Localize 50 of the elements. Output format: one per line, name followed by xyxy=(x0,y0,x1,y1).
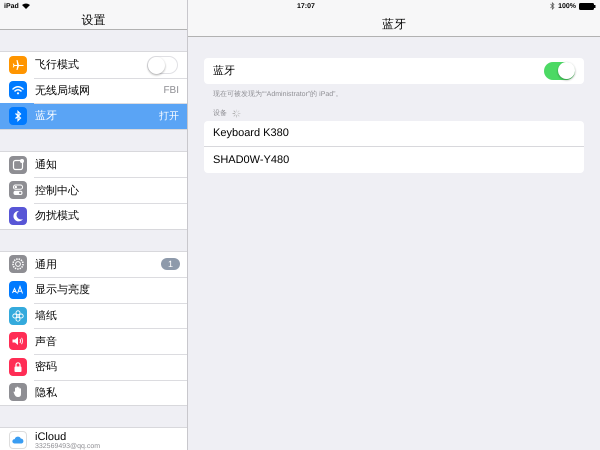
moon-icon xyxy=(9,206,27,225)
nav-title: 设置 xyxy=(82,12,106,29)
settings-item[interactable]: 声音 xyxy=(0,328,187,354)
settings-item[interactable]: 通知 xyxy=(0,152,187,178)
item-label: 勿扰模式 xyxy=(35,209,80,224)
item-label: 密码 xyxy=(35,360,58,374)
device-item[interactable]: SHAD0W-Y480 xyxy=(204,146,584,172)
padlock-icon xyxy=(9,358,27,376)
item-label: 控制中心 xyxy=(35,184,80,198)
device-item[interactable]: Keyboard K380 xyxy=(204,120,584,146)
settings-item[interactable]: 墙纸 xyxy=(0,302,187,328)
spinner-icon xyxy=(232,108,241,118)
item-label: 飞行模式 xyxy=(35,58,80,72)
battery-icon xyxy=(579,2,596,10)
notification-icon xyxy=(9,156,27,174)
wifi-icon xyxy=(9,81,27,100)
toggle-switch[interactable] xyxy=(147,56,178,74)
count-badge: 1 xyxy=(160,258,180,270)
text-size-icon xyxy=(9,280,27,299)
switches-icon xyxy=(9,181,27,200)
settings-item[interactable]: 通用 1 xyxy=(0,252,187,278)
item-label: 蓝牙 xyxy=(35,109,58,124)
speaker-icon xyxy=(9,332,27,350)
item-label: 隐私 xyxy=(35,386,58,400)
hand-icon xyxy=(9,383,27,402)
item-label: 墙纸 xyxy=(35,309,58,324)
flower-icon xyxy=(9,306,27,325)
settings-item[interactable]: 无线局域网 FBI xyxy=(0,78,187,104)
airplane-icon xyxy=(9,56,27,74)
setting-value: 打开 xyxy=(159,110,179,123)
settings-item[interactable]: 显示与亮度 xyxy=(0,277,187,303)
nav-title: 蓝牙 xyxy=(382,16,406,32)
settings-item[interactable]: 控制中心 xyxy=(0,177,187,203)
setting-value: FBI xyxy=(163,84,179,96)
item-label: 显示与亮度 xyxy=(35,282,91,298)
settings-item[interactable]: 飞行模式 xyxy=(0,52,187,78)
bluetooth-icon xyxy=(9,106,27,125)
wifi-signal-icon xyxy=(22,3,30,9)
item-label: 通用 xyxy=(35,258,58,272)
gear-icon xyxy=(9,255,27,274)
settings-item[interactable]: 密码 xyxy=(0,354,187,380)
item-label: 无线局域网 xyxy=(35,84,91,98)
account-name: iCloud xyxy=(35,431,66,444)
item-label: 通知 xyxy=(35,158,58,172)
settings-item[interactable]: 勿扰模式 xyxy=(0,202,187,229)
bluetooth-status-icon xyxy=(550,2,556,10)
toggle-label: 蓝牙 xyxy=(213,64,236,78)
settings-item[interactable]: 隐私 xyxy=(0,380,187,406)
item-label: 声音 xyxy=(35,334,58,349)
toggle-switch[interactable] xyxy=(544,62,575,80)
